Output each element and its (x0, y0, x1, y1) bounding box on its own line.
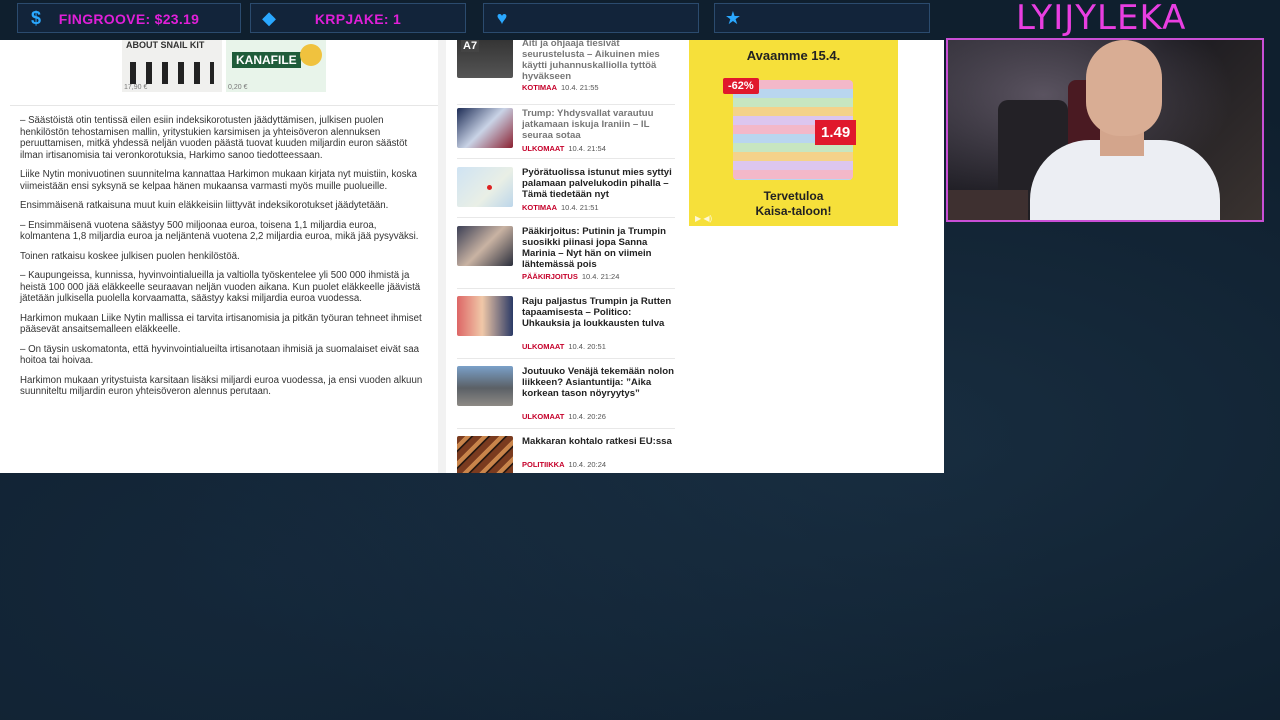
news-title[interactable]: Pääkirjoitus: Putinin ja Trumpin suosikk… (522, 226, 676, 270)
article-paragraph: Harkimon mukaan Liike Nytin mallissa ei … (20, 312, 422, 336)
news-meta: PÄÄKIRJOITUS 10.4. 21:24 (522, 272, 619, 281)
article-paragraph: Ensimmäisenä ratkaisuna muut kuin eläkke… (20, 200, 389, 211)
news-meta: POLITIIKKA 10.4. 20:24 (522, 460, 606, 469)
product-price: 0,20 € (228, 84, 248, 91)
news-meta: KOTIMAA 10.4. 21:51 (522, 203, 599, 212)
ad-discount-badge: -62% (723, 78, 759, 94)
article-paragraph: Liike Nytin monivuotinen suunnitelma kan… (20, 169, 417, 192)
news-item[interactable]: Trump: Yhdysvallat varautuu jatkamaan is… (457, 108, 675, 159)
news-meta: KOTIMAA 10.4. 21:55 (522, 83, 599, 92)
news-title[interactable]: Makkaran kohtalo ratkesi EU:ssa (522, 436, 676, 447)
news-time: 10.4. 20:24 (568, 460, 607, 469)
sausage-photo-thumbnail[interactable] (457, 436, 513, 473)
product-title: ABOUT SNAIL KIT (126, 40, 205, 50)
article-column: ABOUT SNAIL KIT 17,90 € KANAFILE 0,20 € … (10, 40, 438, 473)
bits-stat: ◆ KRPJAKE: 1 (250, 3, 466, 33)
map-pin-icon (487, 185, 492, 190)
news-time: 10.4. 21:54 (568, 144, 606, 153)
news-page: ABOUT SNAIL KIT 17,90 € KANAFILE 0,20 € … (0, 40, 944, 473)
bits-label: KRPJAKE: 1 (314, 11, 402, 27)
channel-name: LYIJYLEKA (1016, 0, 1187, 38)
news-time: 10.4. 21:24 (581, 272, 620, 281)
news-category[interactable]: KOTIMAA (522, 203, 557, 212)
article-paragraph: Harkimon mukaan yritystuista karsitaan l… (20, 374, 423, 398)
heart-icon: ♥ (496, 7, 508, 28)
news-item[interactable]: Pyörätuolissa istunut mies syttyi palama… (457, 167, 675, 218)
news-category[interactable]: KOTIMAA (522, 83, 557, 92)
article-paragraph: – Ensimmäisenä vuotena säästyy 500 miljo… (20, 219, 419, 243)
product-price: 17,90 € (124, 84, 148, 91)
news-item[interactable]: Pääkirjoitus: Putinin ja Trumpin suosikk… (457, 226, 675, 289)
road-sign-text: A7 (461, 40, 480, 52)
subscriber-stat: ★ (714, 3, 930, 33)
news-time: 10.4. 20:26 (568, 412, 606, 421)
news-item[interactable]: A7 Aiti ja ohjaaja tiesivät seurustelust… (457, 40, 675, 105)
webcam-feed (946, 38, 1264, 222)
news-category[interactable]: POLITIIKKA (522, 460, 565, 469)
news-title[interactable]: Raju paljastus Trumpin ja Rutten tapaami… (522, 296, 676, 329)
donation-label: FINGROOVE: $23.19 (58, 11, 200, 27)
latest-news-list: A7 Aiti ja ohjaaja tiesivät seurustelust… (447, 40, 683, 473)
news-category[interactable]: ULKOMAAT (522, 412, 564, 421)
news-category[interactable]: ULKOMAAT (522, 144, 564, 153)
train-photo-thumbnail[interactable] (457, 366, 513, 406)
news-title[interactable]: Joutuuko Venäjä tekemään nolon liikkeen?… (522, 366, 676, 399)
product-ad-strip[interactable]: ABOUT SNAIL KIT 17,90 € KANAFILE 0,20 € (10, 40, 438, 106)
ad-tagline-1: Tervetuloa (763, 189, 824, 203)
kaisa-talo-ad[interactable]: Avaamme 15.4. -62% 1.49 Tervetuloa Kaisa… (689, 40, 898, 226)
page-right-margin (898, 40, 944, 473)
news-category[interactable]: PÄÄKIRJOITUS (522, 272, 578, 281)
news-item[interactable]: Joutuuko Venäjä tekemään nolon liikkeen?… (457, 366, 675, 429)
article-body: – Säästöistä otin tentissä eilen esiin i… (20, 115, 424, 406)
article-paragraph: – On täysin uskomatonta, että hyvinvoint… (20, 343, 420, 367)
ad-headline: Avaamme 15.4. (746, 48, 841, 63)
webcam-desk (948, 190, 1028, 220)
map-thumbnail[interactable] (457, 167, 513, 207)
news-title[interactable]: Pyörätuolissa istunut mies syttyi palama… (522, 167, 676, 200)
news-meta: ULKOMAAT 10.4. 21:54 (522, 144, 606, 153)
product-image (130, 62, 214, 84)
article-paragraph: – Kaupungeissa, kunnissa, hyvinvointialu… (20, 270, 421, 304)
ad-tagline: Tervetuloa Kaisa-taloon! (689, 189, 898, 219)
news-time: 10.4. 21:55 (561, 83, 599, 92)
star-icon: ★ (724, 7, 742, 28)
article-paragraph: Toinen ratkaisu koskee julkisen puolen h… (20, 250, 240, 262)
ad-price-tag: 1.49 (815, 120, 857, 145)
product-title: KANAFILE (232, 52, 301, 68)
article-paragraph: – Säästöistä otin tentissä eilen esiin i… (20, 115, 408, 161)
news-item[interactable]: Raju paljastus Trumpin ja Rutten tapaami… (457, 296, 675, 359)
politician-photo-thumbnail[interactable] (457, 226, 513, 266)
rutte-photo-thumbnail[interactable] (457, 296, 513, 336)
news-category[interactable]: ULKOMAAT (522, 342, 564, 351)
news-meta: ULKOMAAT 10.4. 20:51 (522, 342, 606, 351)
news-title[interactable]: Aiti ja ohjaaja tiesivät seurustelusta –… (522, 40, 676, 82)
ad-media-controls[interactable]: ▶ ◀) (695, 214, 712, 223)
news-time: 10.4. 20:51 (568, 342, 606, 351)
follower-stat: ♥ (483, 3, 699, 33)
news-item[interactable]: Makkaran kohtalo ratkesi EU:ssa POLITIIK… (457, 436, 675, 473)
trump-photo-thumbnail[interactable] (457, 108, 513, 148)
news-title[interactable]: Trump: Yhdysvallat varautuu jatkamaan is… (522, 108, 676, 141)
column-gutter (438, 40, 446, 473)
donation-stat: $ FINGROOVE: $23.19 (17, 3, 241, 33)
stream-overlay-bar: $ FINGROOVE: $23.19 ◆ KRPJAKE: 1 ♥ ★ LYI… (0, 0, 1280, 40)
news-meta: ULKOMAAT 10.4. 20:26 (522, 412, 606, 421)
streamer-head (1086, 40, 1162, 136)
road-sign-thumbnail[interactable]: A7 (457, 40, 513, 78)
product-image (300, 44, 322, 66)
ad-tagline-2: Kaisa-taloon! (755, 204, 832, 218)
news-time: 10.4. 21:51 (561, 203, 599, 212)
